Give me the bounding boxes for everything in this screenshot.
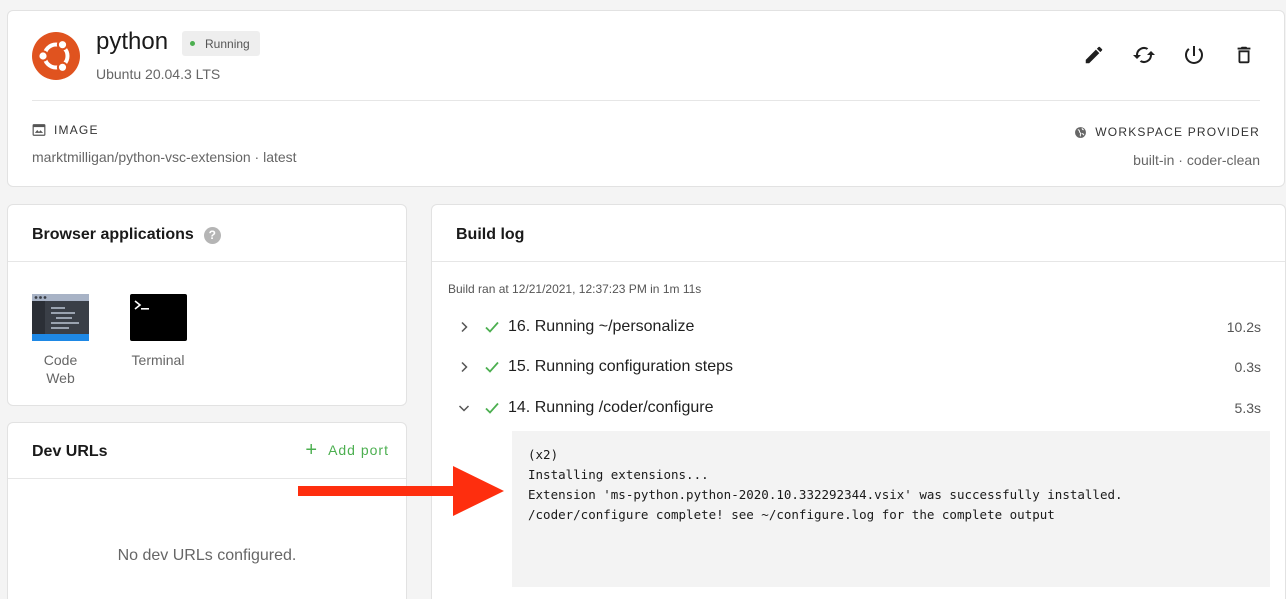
browser-applications-title-text: Browser applications bbox=[32, 226, 194, 243]
provider-label: WORKSPACE PROVIDER bbox=[1074, 125, 1260, 139]
build-step-duration: 0.3s bbox=[1234, 359, 1261, 375]
chevron-down-icon bbox=[456, 402, 472, 414]
build-step-14[interactable]: 14. Running /coder/configure 5.3s bbox=[456, 396, 1261, 420]
pencil-icon bbox=[1085, 46, 1103, 64]
workspace-toolbar bbox=[1082, 43, 1256, 67]
workspace-header-card: python Running Ubuntu 20.04.3 LTS IMAGE … bbox=[7, 10, 1285, 187]
browser-applications-title: Browser applications ? bbox=[32, 226, 221, 244]
provider-value: built-in · coder-clean bbox=[1133, 152, 1260, 168]
edit-button[interactable] bbox=[1082, 43, 1106, 67]
ubuntu-logo bbox=[32, 32, 80, 80]
app-terminal[interactable]: Terminal bbox=[128, 294, 188, 369]
build-step-label: 15. Running configuration steps bbox=[508, 358, 734, 375]
check-icon bbox=[484, 361, 500, 373]
header-divider bbox=[32, 100, 1260, 101]
build-step-16[interactable]: 16. Running ~/personalize 10.2s bbox=[456, 315, 1261, 339]
power-icon bbox=[1185, 46, 1203, 64]
build-step-label: 14. Running /coder/configure bbox=[508, 399, 714, 416]
status-badge: Running bbox=[182, 31, 260, 56]
add-port-label: Add port bbox=[328, 442, 389, 458]
build-step-label: 16. Running ~/personalize bbox=[508, 318, 695, 335]
image-label-text: IMAGE bbox=[54, 123, 99, 137]
status-text: Running bbox=[205, 36, 250, 51]
help-icon[interactable]: ? bbox=[203, 226, 221, 244]
app-terminal-label: Terminal bbox=[131, 352, 185, 368]
image-label: IMAGE bbox=[32, 123, 99, 137]
workspace-name: python bbox=[96, 28, 169, 55]
app-code-web-label: Code Web bbox=[44, 351, 77, 387]
chevron-right-icon bbox=[456, 361, 472, 373]
rebuild-button[interactable] bbox=[1132, 43, 1156, 67]
dev-urls-empty-text: No dev URLs configured. bbox=[117, 547, 297, 564]
sync-icon bbox=[1133, 47, 1155, 63]
build-ran-text: Build ran at 12/21/2021, 12:37:23 PM in … bbox=[448, 282, 702, 296]
build-log-card: Build log Build ran at 12/21/2021, 12:37… bbox=[431, 204, 1286, 599]
app-code-web-label-line1: Code bbox=[43, 352, 78, 368]
image-value: marktmilligan/python-vsc-extension · lat… bbox=[32, 149, 297, 165]
build-log-divider bbox=[432, 261, 1285, 262]
check-icon bbox=[484, 402, 500, 414]
trash-icon bbox=[1237, 46, 1251, 64]
image-icon bbox=[32, 124, 46, 136]
code-web-icon bbox=[32, 294, 89, 341]
build-log-output: (x2) Installing extensions... Extension … bbox=[512, 431, 1270, 587]
log-line: (x2) bbox=[528, 447, 559, 462]
build-step-duration: 10.2s bbox=[1226, 319, 1261, 335]
build-step-duration: 5.3s bbox=[1234, 400, 1261, 416]
power-button[interactable] bbox=[1182, 43, 1206, 67]
log-line: Extension 'ms-python.python-2020.10.3322… bbox=[528, 487, 1123, 502]
build-step-15[interactable]: 15. Running configuration steps 0.3s bbox=[456, 355, 1261, 379]
provider-label-text: WORKSPACE PROVIDER bbox=[1095, 125, 1260, 139]
globe-icon bbox=[1075, 126, 1087, 138]
app-code-web-label-line2: Web bbox=[46, 370, 75, 386]
browser-applications-card: Browser applications ? Code Web Terminal bbox=[7, 204, 407, 406]
dev-urls-title: Dev URLs bbox=[32, 443, 108, 460]
annotation-arrow-icon bbox=[298, 466, 504, 516]
add-port-button[interactable]: + Add port bbox=[305, 439, 389, 461]
log-line: /coder/configure complete! see ~/configu… bbox=[528, 507, 1055, 522]
chevron-right-icon bbox=[456, 321, 472, 333]
plus-icon: + bbox=[305, 439, 319, 461]
app-code-web[interactable]: Code Web bbox=[32, 294, 89, 387]
workspace-os: Ubuntu 20.04.3 LTS bbox=[96, 66, 221, 82]
delete-button[interactable] bbox=[1232, 43, 1256, 67]
running-dot-icon bbox=[190, 41, 195, 46]
apps-divider bbox=[8, 261, 406, 262]
terminal-icon bbox=[129, 294, 187, 341]
check-icon bbox=[484, 321, 500, 333]
log-line: Installing extensions... bbox=[528, 467, 709, 482]
build-log-title: Build log bbox=[456, 226, 525, 243]
